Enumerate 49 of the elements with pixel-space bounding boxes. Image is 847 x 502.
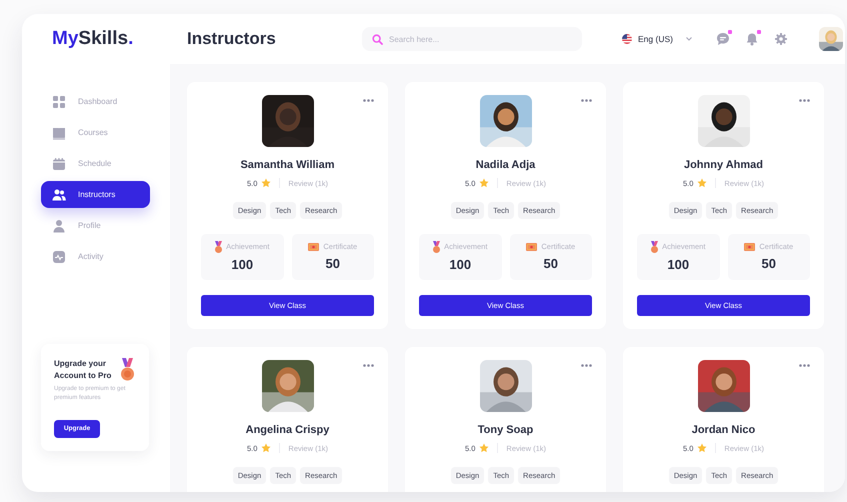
medal-icon: [121, 358, 134, 382]
page-title: Instructors: [187, 28, 277, 50]
stat-value: 50: [544, 255, 558, 274]
search-field[interactable]: Search here...: [362, 27, 582, 51]
dashboard-icon: [52, 94, 66, 108]
more-icon[interactable]: [581, 99, 592, 102]
logo: MySkills.: [51, 26, 134, 51]
more-icon[interactable]: [363, 99, 374, 102]
stat-value: 100: [231, 256, 254, 274]
stat-value: 50: [762, 255, 776, 274]
caret-icon: [686, 37, 692, 41]
medal-icon: [215, 240, 222, 252]
instructor-name: Samantha William: [240, 158, 335, 173]
stat-value: 100: [667, 256, 690, 274]
certificate-icon: [308, 242, 320, 250]
star-icon: [479, 178, 490, 188]
person-icon: [52, 218, 66, 232]
bell-icon[interactable]: [744, 32, 759, 46]
language-selector[interactable]: Eng (US): [622, 32, 692, 46]
more-icon[interactable]: [799, 99, 810, 102]
star-icon: [479, 443, 490, 454]
instructor-name: Jordan Nico: [692, 423, 756, 438]
instructor-name: Nadila Adja: [476, 158, 536, 173]
star-icon: [261, 178, 272, 188]
settings-icon[interactable]: [774, 32, 788, 46]
more-icon[interactable]: [363, 364, 374, 367]
sidebar-item[interactable]: Instructors: [41, 181, 150, 208]
book-icon: [52, 126, 66, 140]
instructor-name: Johnny Ahmad: [684, 158, 764, 173]
certificate-icon: [744, 242, 756, 250]
instructor-name: Tony Soap: [478, 423, 534, 438]
search-icon: [372, 34, 383, 45]
instructor-name: Angelina Crispy: [246, 423, 330, 438]
calendar-icon: [52, 156, 66, 170]
medal-icon: [433, 240, 440, 252]
stat-value: 50: [326, 255, 340, 274]
star-icon: [697, 178, 708, 188]
more-icon[interactable]: [581, 364, 592, 367]
more-icon[interactable]: [799, 364, 810, 367]
medal-icon: [651, 240, 658, 252]
chat-icon[interactable]: [716, 32, 730, 46]
people-icon: [52, 188, 66, 202]
upgrade-title: Upgrade your Account to Pro: [54, 358, 112, 382]
flag-icon: [622, 34, 632, 44]
certificate-icon: [526, 242, 538, 250]
star-icon: [697, 443, 708, 454]
activity-icon: [52, 250, 66, 264]
stat-value: 100: [449, 256, 472, 274]
star-icon: [261, 443, 272, 454]
